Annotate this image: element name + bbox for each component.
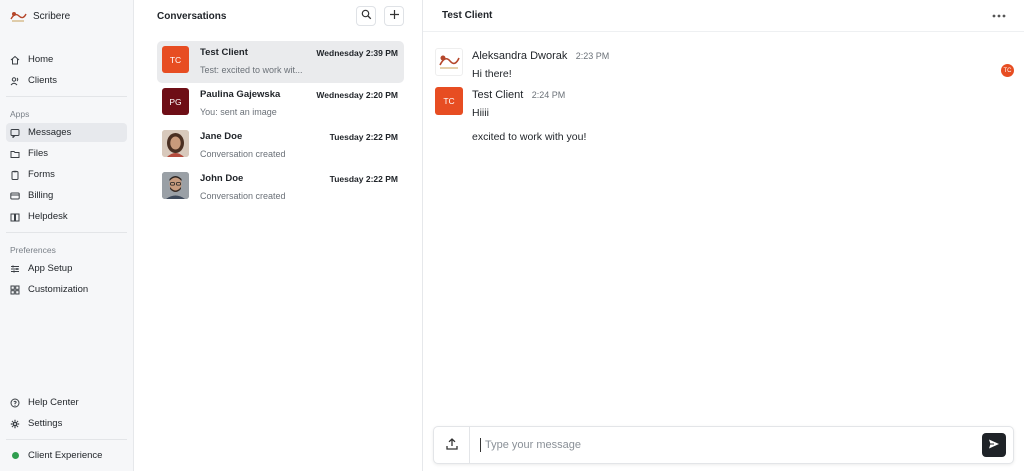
search-icon: [361, 9, 372, 23]
sidebar-item-label: Files: [28, 148, 49, 159]
clipboard-icon: [10, 170, 20, 180]
message-group: Aleksandra Dworak 2:23 PM Hi there!: [435, 48, 609, 80]
message-author: Aleksandra Dworak: [472, 50, 568, 62]
divider: [6, 232, 127, 233]
sidebar-item-label: Clients: [28, 75, 58, 86]
sidebar-item-label: Home: [28, 54, 54, 65]
message-group: TC Test Client 2:24 PM Hiiii excited to …: [435, 87, 586, 143]
sidebar-item-settings[interactable]: Settings: [6, 414, 127, 433]
brand[interactable]: Scribere: [0, 0, 133, 32]
sidebar-item-label: Forms: [28, 169, 55, 180]
sidebar-item-clients[interactable]: Clients: [6, 71, 127, 90]
message-time: 2:23 PM: [575, 51, 610, 61]
upload-button[interactable]: [434, 427, 470, 463]
avatar: TC: [162, 46, 189, 73]
book-icon: [10, 212, 20, 222]
conversation-item-paulina[interactable]: PG Paulina Gajewska You: sent an image W…: [157, 83, 404, 125]
sidebar-item-label: Client Experience: [28, 450, 103, 461]
new-conversation-button[interactable]: [384, 6, 404, 26]
folder-icon: [10, 149, 20, 159]
avatar-logo: [435, 48, 463, 76]
brand-name: Scribere: [33, 10, 71, 22]
message-time: 2:24 PM: [531, 90, 566, 100]
conversation-item-john-doe[interactable]: John Doe Conversation created Tuesday 2:…: [157, 167, 404, 209]
conversation-time: Wednesday 2:39 PM: [316, 48, 398, 58]
sidebar-item-label: Customization: [28, 284, 89, 295]
divider: [6, 96, 127, 97]
search-button[interactable]: [356, 6, 376, 26]
conversation-time: Tuesday 2:22 PM: [329, 132, 398, 142]
avatar-initials: TC: [169, 54, 182, 65]
home-icon: [10, 55, 20, 65]
read-receipt-initials: TC: [1003, 67, 1012, 74]
chat-panel: Test Client Aleksandra Dworak 2:23 PM Hi…: [423, 0, 1024, 471]
avatar: TC: [435, 87, 463, 115]
sidebar-item-files[interactable]: Files: [6, 144, 127, 163]
conversation-preview: You: sent an image: [200, 107, 277, 117]
sidebar-item-home[interactable]: Home: [6, 50, 127, 69]
conversations-title: Conversations: [157, 10, 227, 22]
conversation-item-jane-doe[interactable]: Jane Doe Conversation created Tuesday 2:…: [157, 125, 404, 167]
users-icon: [10, 76, 20, 86]
sidebar-item-label: Messages: [28, 127, 72, 138]
sidebar-item-billing[interactable]: Billing: [6, 186, 127, 205]
avatar-initials: TC: [443, 96, 455, 106]
chat-header: Test Client: [423, 0, 1024, 32]
help-icon: [10, 398, 20, 408]
sidebar-item-app-setup[interactable]: App Setup: [6, 259, 127, 278]
read-receipt-avatar: TC: [1001, 64, 1014, 77]
sidebar-item-client-experience[interactable]: Client Experience: [6, 446, 127, 465]
plus-icon: [389, 9, 400, 23]
card-icon: [10, 191, 20, 201]
sidebar-item-helpdesk[interactable]: Helpdesk: [6, 207, 127, 226]
conversations-panel: Conversations TC Test Client Test: excit…: [134, 0, 423, 471]
conversation-preview: Test: excited to work wit...: [200, 65, 303, 75]
sidebar-item-label: Billing: [28, 190, 54, 201]
conversations-header: Conversations: [134, 0, 422, 32]
conversation-preview: Conversation created: [200, 149, 286, 159]
message-text: Hi there!: [472, 68, 512, 80]
grid-icon: [10, 285, 20, 295]
sidebar-item-forms[interactable]: Forms: [6, 165, 127, 184]
section-label-preferences: Preferences: [10, 245, 56, 255]
sidebar-item-messages[interactable]: Messages: [6, 123, 127, 142]
message-input[interactable]: [480, 438, 982, 452]
sidebar-item-label: App Setup: [28, 263, 73, 274]
avatar: PG: [162, 88, 189, 115]
conversation-time: Tuesday 2:22 PM: [329, 174, 398, 184]
message-author: Test Client: [472, 89, 524, 101]
more-options-icon[interactable]: [992, 8, 1006, 18]
chat-title: Test Client: [442, 10, 493, 21]
app-window: Scribere Home Clients Apps Messages File…: [0, 0, 1024, 471]
message-text: excited to work with you!: [472, 131, 587, 143]
upload-icon: [445, 437, 459, 454]
sidebar-item-label: Help Center: [28, 397, 79, 408]
status-dot-icon: [10, 451, 20, 461]
message-text: Hiiii: [472, 107, 489, 119]
send-icon: [988, 438, 1000, 453]
sidebar-item-label: Helpdesk: [28, 211, 68, 222]
gear-icon: [10, 419, 20, 429]
brand-logo-icon: [10, 10, 27, 22]
divider: [6, 439, 127, 440]
sidebar-item-customization[interactable]: Customization: [6, 280, 127, 299]
sidebar-item-label: Settings: [28, 418, 63, 429]
message-icon: [10, 128, 20, 138]
sliders-icon: [10, 264, 20, 274]
avatar-photo-jane: [162, 130, 189, 157]
sidebar: Scribere Home Clients Apps Messages File…: [0, 0, 134, 471]
conversation-item-test-client[interactable]: TC Test Client Test: excited to work wit…: [157, 41, 404, 83]
conversation-list: TC Test Client Test: excited to work wit…: [157, 41, 404, 209]
message-composer: [433, 426, 1014, 464]
sidebar-item-help-center[interactable]: Help Center: [6, 393, 127, 412]
send-button[interactable]: [982, 433, 1006, 457]
section-label-apps: Apps: [10, 109, 30, 119]
conversation-time: Wednesday 2:20 PM: [316, 90, 398, 100]
avatar-photo-john: [162, 172, 189, 199]
avatar-initials: PG: [169, 96, 182, 107]
conversation-preview: Conversation created: [200, 191, 286, 201]
